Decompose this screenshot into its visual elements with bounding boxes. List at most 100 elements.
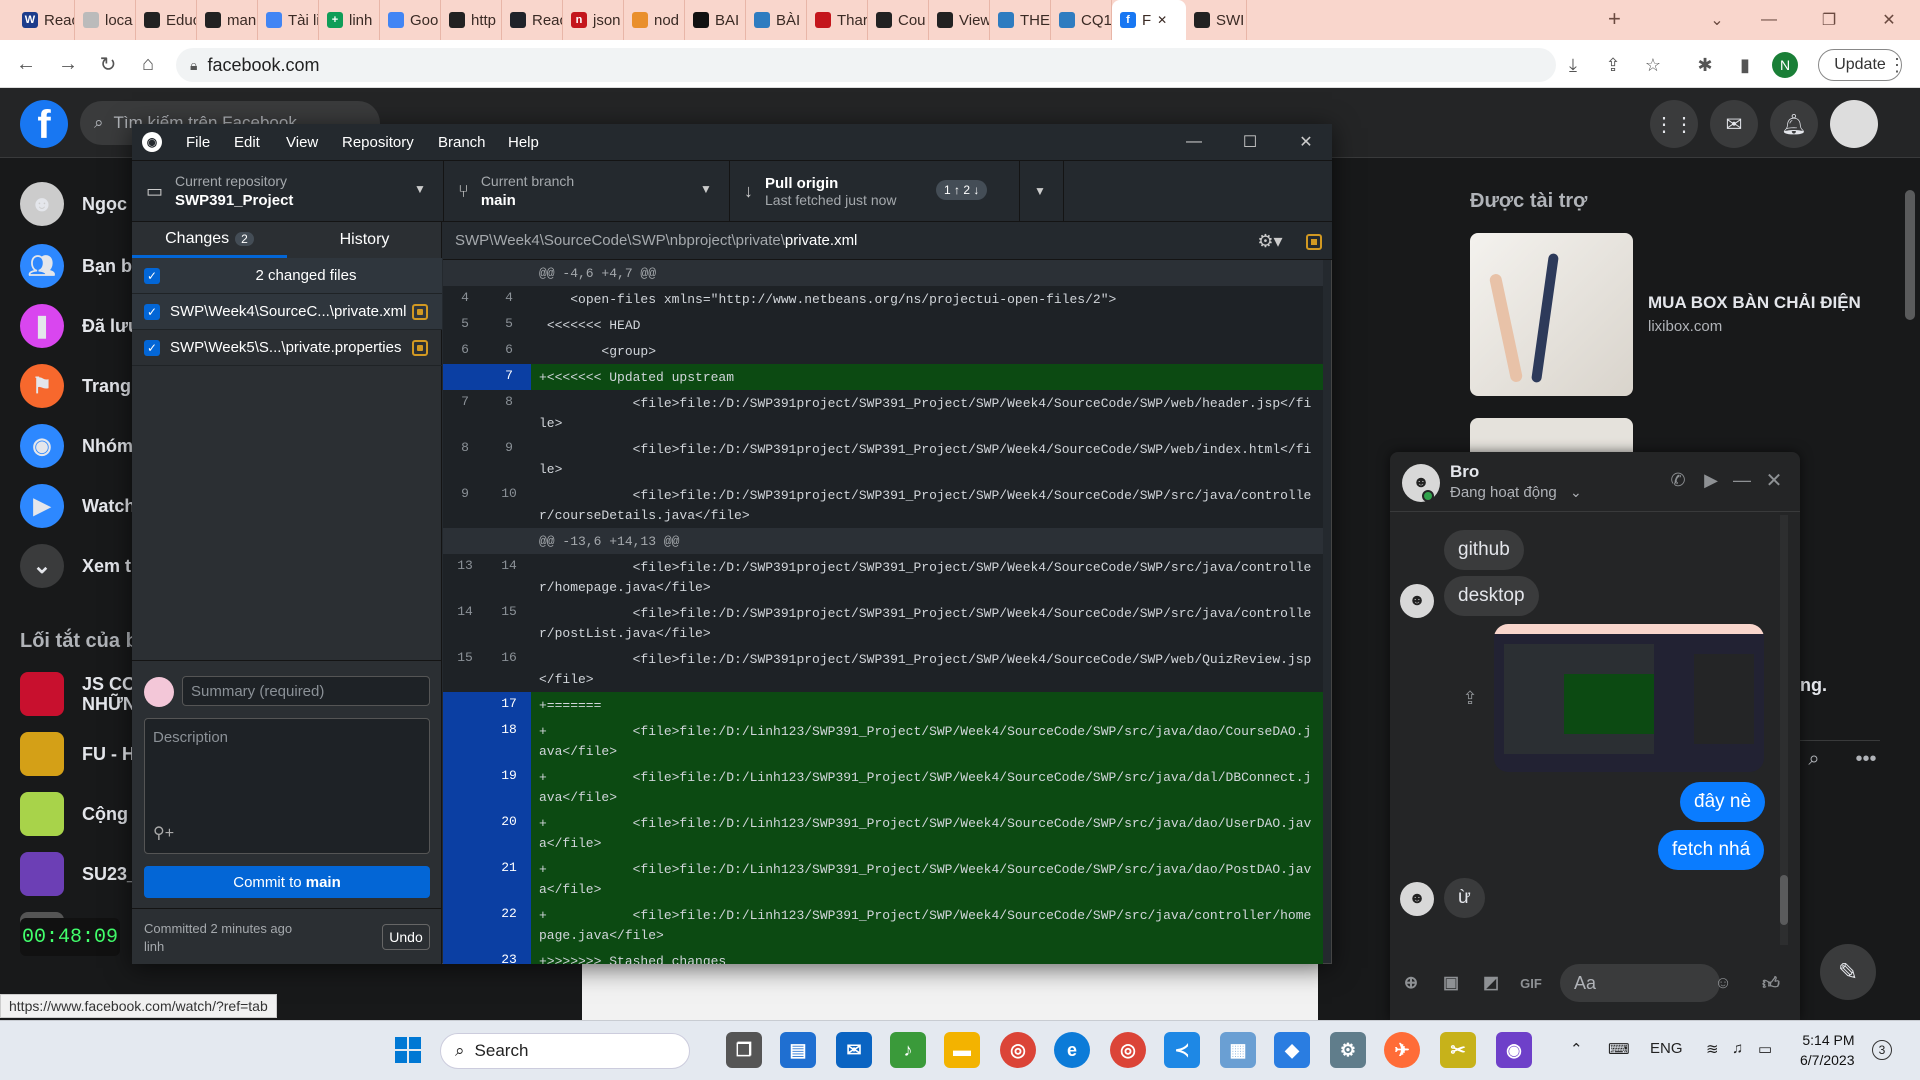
profile-avatar[interactable]: N xyxy=(1772,52,1798,78)
like-icon[interactable]: 👍︎ xyxy=(1758,970,1784,996)
facebook-logo[interactable]: f xyxy=(20,100,68,148)
store-icon[interactable]: ▤ xyxy=(780,1032,816,1068)
chat-message[interactable]: desktop xyxy=(1444,576,1539,616)
back-icon[interactable]: ← xyxy=(14,52,38,76)
sidebar-item[interactable]: ☻ Ngọc l xyxy=(20,182,137,226)
diff-added-line[interactable]: 21 + <file>file:/D:/Linh123/SWP391_Projec… xyxy=(443,856,1323,902)
sidebar-item[interactable]: ❚ Đã lưu xyxy=(20,304,139,348)
mail-icon[interactable]: ✉ xyxy=(836,1032,872,1068)
select-all-checkbox[interactable]: ✓ xyxy=(144,267,160,284)
tool-icon[interactable]: ✂ xyxy=(1440,1032,1476,1068)
browser-tab[interactable]: n json xyxy=(563,0,624,40)
vscode-icon[interactable]: ≺ xyxy=(1164,1032,1200,1068)
diff-context-line[interactable]: 9 10 <file>file:/D:/SWP391project/SWP391_… xyxy=(443,482,1323,528)
diff-added-line[interactable]: 23 +>>>>>>> Stashed changes xyxy=(443,948,1323,964)
postman-icon[interactable]: ✈ xyxy=(1384,1032,1420,1068)
current-branch-dropdown[interactable]: ⑂ Current branch main ▼ xyxy=(444,160,730,222)
extensions-icon[interactable]: ✱ xyxy=(1692,52,1718,78)
side-panel-icon[interactable]: ▮ xyxy=(1732,52,1758,78)
chat-message[interactable]: ừ xyxy=(1444,878,1485,918)
minimize-chat-icon[interactable]: — xyxy=(1730,468,1754,492)
commit-description-input[interactable]: Description ⚲+ xyxy=(144,718,430,854)
install-icon[interactable]: ⤓ xyxy=(1560,52,1586,78)
changed-file-row[interactable]: ✓ SWP\Week4\SourceC...\private.xml xyxy=(132,294,442,330)
tab-changes[interactable]: Changes 2 xyxy=(132,222,287,258)
browser-tab[interactable]: f F ✕ xyxy=(1112,0,1186,40)
spotify-icon[interactable]: ♪ xyxy=(890,1032,926,1068)
minimize-button[interactable]: — xyxy=(1746,0,1792,40)
volume-icon[interactable]: ♫ xyxy=(1732,1040,1743,1057)
browser-tab[interactable]: + linh xyxy=(319,0,380,40)
omnibox[interactable]: 🔒︎ facebook.com xyxy=(176,48,1556,82)
menu-kebab-icon[interactable]: ⋮ xyxy=(1884,52,1910,78)
video-frame[interactable] xyxy=(582,960,1318,1020)
browser-tab[interactable]: Reac xyxy=(502,0,563,40)
file-explorer-icon[interactable]: ▬ xyxy=(944,1032,980,1068)
file-checkbox[interactable]: ✓ xyxy=(144,339,160,356)
browser-tab[interactable]: BÀI xyxy=(746,0,807,40)
file-checkbox[interactable]: ✓ xyxy=(144,303,160,320)
browser-tab[interactable]: man xyxy=(197,0,258,40)
diff-added-line[interactable]: 19 + <file>file:/D:/Linh123/SWP391_Projec… xyxy=(443,764,1323,810)
bookmark-star-icon[interactable]: ☆ xyxy=(1640,52,1666,78)
current-repository-dropdown[interactable]: ▭ Current repository SWP391_Project ▼ xyxy=(132,160,444,222)
browser-tab[interactable]: Thar xyxy=(807,0,868,40)
video-call-icon[interactable]: ▶ xyxy=(1698,468,1724,492)
ad-image[interactable] xyxy=(1470,233,1633,396)
edge-icon[interactable]: e xyxy=(1054,1032,1090,1068)
chat-image-screenshot[interactable] xyxy=(1494,624,1764,772)
browser-tab[interactable]: View xyxy=(929,0,990,40)
taskbar-clock[interactable]: 5:14 PM 6/7/2023 xyxy=(1800,1030,1855,1070)
app-icon[interactable]: ▦ xyxy=(1220,1032,1256,1068)
taskbar-search[interactable]: ⌕ Search xyxy=(440,1033,690,1069)
cube-app-icon[interactable]: ◆ xyxy=(1274,1032,1310,1068)
gh-minimize-button[interactable]: — xyxy=(1182,130,1206,154)
close-window-button[interactable]: ✕ xyxy=(1866,0,1912,40)
browser-tab[interactable]: Cou xyxy=(868,0,929,40)
commit-summary-input[interactable]: Summary (required) xyxy=(182,676,430,706)
gh-close-button[interactable]: ✕ xyxy=(1294,130,1318,154)
menu-view[interactable]: View xyxy=(286,134,318,151)
browser-tab[interactable]: THE xyxy=(990,0,1051,40)
menu-file[interactable]: File xyxy=(186,134,210,151)
search-icon[interactable]: ⌕ xyxy=(1800,745,1828,773)
gif-icon[interactable]: GIF xyxy=(1518,970,1544,996)
tab-history[interactable]: History xyxy=(287,222,442,258)
diff-context-line[interactable]: 7 8 <file>file:/D:/SWP391project/SWP391_P… xyxy=(443,390,1323,436)
task-view-icon[interactable]: ❐ xyxy=(726,1032,762,1068)
commit-button[interactable]: Commit to main xyxy=(144,866,430,898)
chat-message[interactable]: github xyxy=(1444,530,1524,570)
chat-name[interactable]: Bro xyxy=(1450,462,1479,482)
battery-icon[interactable]: ▭ xyxy=(1758,1040,1772,1058)
restore-button[interactable]: ❐ xyxy=(1806,0,1852,40)
image-icon[interactable]: ▣ xyxy=(1438,970,1464,996)
chat-scrollbar[interactable] xyxy=(1780,515,1788,945)
diff-added-line[interactable]: 7 +<<<<<<< Updated upstream xyxy=(443,364,1323,390)
diff-hunk-header[interactable]: @@ -13,6 +14,13 @@ xyxy=(443,528,1323,554)
close-chat-icon[interactable]: ✕ xyxy=(1762,468,1786,492)
menu-branch[interactable]: Branch xyxy=(438,134,486,151)
language-indicator[interactable]: ENG xyxy=(1650,1040,1683,1057)
messenger-icon[interactable]: ✉ xyxy=(1710,100,1758,148)
browser-tab[interactable]: nod xyxy=(624,0,685,40)
reload-icon[interactable]: ↻ xyxy=(96,52,120,76)
sidebar-item[interactable]: ⌄ Xem th xyxy=(20,544,142,588)
diff-hunk-header[interactable]: @@ -4,6 +4,7 @@ xyxy=(443,260,1323,286)
notification-badge[interactable]: 3 xyxy=(1872,1040,1892,1060)
share-icon[interactable]: ⇪ xyxy=(1458,686,1482,710)
sticker-icon[interactable]: ◩ xyxy=(1478,970,1504,996)
keyboard-icon[interactable]: ⌨ xyxy=(1608,1040,1630,1058)
browser-tab[interactable]: W Reac xyxy=(14,0,75,40)
browser-tab[interactable]: Tài li xyxy=(258,0,319,40)
browser-tab[interactable]: Educ xyxy=(136,0,197,40)
menu-help[interactable]: Help xyxy=(508,134,539,151)
sidebar-item[interactable]: ▶ Watch xyxy=(20,484,135,528)
tray-chevron-icon[interactable]: ⌃ xyxy=(1570,1040,1583,1058)
add-coauthor-icon[interactable]: ⚲+ xyxy=(153,823,174,843)
page-scrollbar[interactable] xyxy=(1905,190,1915,320)
diff-context-line[interactable]: 15 16 <file>file:/D:/SWP391project/SWP391… xyxy=(443,646,1323,692)
settings-icon[interactable]: ⚙ xyxy=(1330,1032,1366,1068)
chat-avatar[interactable]: ☻ xyxy=(1402,464,1440,502)
chat-message[interactable]: fetch nhá xyxy=(1658,830,1765,870)
pull-options-dropdown[interactable]: ▼ xyxy=(1020,160,1064,222)
